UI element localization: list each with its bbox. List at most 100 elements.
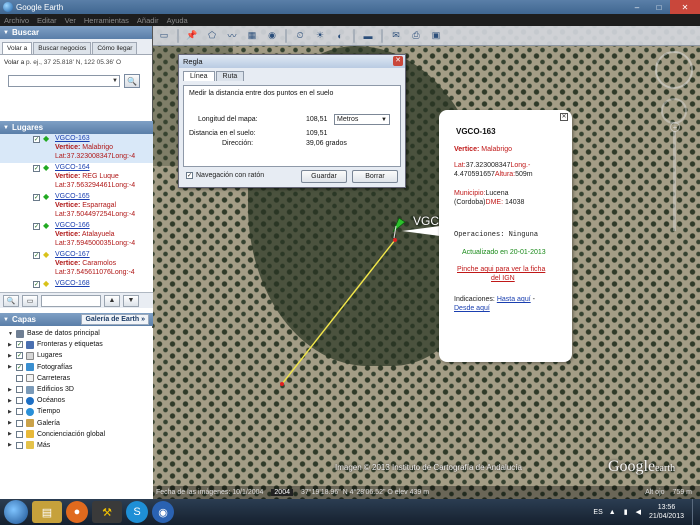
menu-archivo[interactable]: Archivo [0, 16, 33, 25]
skype-icon[interactable]: S [126, 501, 148, 523]
mouse-navigation-checkbox[interactable]: ✓ [186, 172, 193, 179]
expand-icon[interactable]: ▶ [8, 420, 16, 426]
firefox-icon[interactable]: ● [66, 501, 88, 523]
expand-icon[interactable]: ▶ [8, 409, 16, 415]
checkbox[interactable] [16, 408, 23, 416]
layer-item[interactable]: ▶ Concienciación global [0, 429, 153, 440]
layer-item[interactable]: ▼ Base de datos principal [0, 328, 153, 339]
measure-end-point[interactable] [393, 238, 397, 242]
look-around-control[interactable] [655, 51, 693, 89]
language-indicator[interactable]: ES [593, 509, 602, 516]
tab-volar-a[interactable]: Volar a [2, 42, 33, 54]
checkbox[interactable]: ✓ [33, 136, 40, 143]
search-header[interactable]: ▼ Buscar [0, 26, 152, 39]
expand-icon[interactable]: ▶ [8, 364, 16, 370]
checkbox[interactable]: ✓ [33, 252, 40, 259]
historical-year[interactable]: 2004 [271, 489, 293, 496]
layer-item[interactable]: ▶ Galería [0, 418, 153, 429]
toggle-list-button[interactable]: ▭ [22, 294, 38, 307]
expand-icon[interactable]: ▶ [8, 353, 16, 359]
layer-item[interactable]: ▶ Océanos [0, 395, 153, 406]
place-name[interactable]: VGCO-166 [55, 222, 90, 229]
layer-item[interactable]: ▶ ✓ Lugares [0, 350, 153, 361]
place-name[interactable]: VGCO-165 [55, 193, 90, 200]
volume-icon[interactable]: ◀ [636, 508, 641, 516]
close-icon[interactable]: ✕ [560, 113, 568, 121]
checkbox[interactable]: ✓ [33, 223, 40, 230]
expand-icon[interactable]: ▶ [8, 398, 16, 404]
clear-button[interactable]: Borrar [352, 170, 398, 183]
move-up-button[interactable]: ▲ [104, 294, 120, 307]
checkbox[interactable]: ✓ [16, 352, 23, 360]
tab-como-llegar[interactable]: Cómo llegar [92, 42, 138, 54]
menu-herramientas[interactable]: Herramientas [80, 16, 133, 25]
menu-editar[interactable]: Editar [33, 16, 61, 25]
network-icon[interactable]: ▮ [624, 508, 628, 516]
places-filter-input[interactable] [41, 294, 101, 307]
menu-ver[interactable]: Ver [61, 16, 80, 25]
save-button[interactable]: Guardar [301, 170, 347, 183]
google-earth-icon[interactable]: ◉ [152, 501, 174, 523]
list-item[interactable]: ✓ ◆ VGCO-164 Vertice: REG Luque Lat:37.5… [0, 163, 153, 192]
tab-linea[interactable]: Línea [183, 71, 215, 81]
search-button[interactable]: 🔍 [124, 74, 140, 88]
layer-item[interactable]: ▶ Más [0, 440, 153, 451]
maximize-button[interactable]: □ [648, 0, 670, 14]
search-places-button[interactable]: 🔍 [3, 294, 19, 307]
places-header[interactable]: ▼ Lugares [0, 121, 153, 134]
checkbox[interactable]: ✓ [33, 281, 40, 288]
close-button[interactable]: ✕ [670, 0, 700, 14]
expand-icon[interactable]: ▼ [8, 331, 16, 337]
layer-item[interactable]: ▶ ✓ Fronteras y etiquetas [0, 339, 153, 350]
show-hidden-icons-icon[interactable]: ▲ [609, 509, 616, 516]
expand-icon[interactable]: ▶ [8, 342, 16, 348]
tab-buscar-negocios[interactable]: Buscar negocios [33, 42, 92, 54]
place-name[interactable]: VGCO-164 [55, 164, 90, 171]
zoom-slider[interactable] [673, 131, 676, 231]
checkbox[interactable]: ✓ [33, 165, 40, 172]
ign-sheet-link-2[interactable]: del IGN [491, 275, 515, 282]
directions-from-here-link[interactable]: Desde aquí [454, 305, 490, 312]
show-desktop-button[interactable] [692, 499, 700, 525]
checkbox[interactable] [16, 386, 23, 394]
checkbox[interactable] [16, 441, 23, 449]
place-name[interactable]: VGCO-168 [55, 280, 90, 287]
list-item[interactable]: ✓ ◆ VGCO-163 Vertice: Malabrigo Lat:37.3… [0, 134, 153, 163]
list-item[interactable]: ✓ ◆ VGCO-166 Vertice: Atalayuela Lat:37.… [0, 221, 153, 250]
place-name[interactable]: VGCO-163 [55, 135, 90, 142]
minimize-button[interactable]: – [626, 0, 648, 14]
checkbox[interactable]: ✓ [16, 341, 23, 349]
checkbox[interactable] [16, 430, 23, 438]
layer-item[interactable]: ▶ ✓ Fotografías [0, 362, 153, 373]
start-button[interactable] [4, 500, 28, 524]
unit-select[interactable]: Metros ▼ [334, 114, 390, 125]
checkbox[interactable]: ✓ [16, 363, 23, 371]
close-icon[interactable]: ✕ [393, 56, 403, 66]
layer-item[interactable]: Carreteras [0, 373, 153, 384]
ign-sheet-link[interactable]: Pinche aqui para ver la ficha [457, 266, 545, 273]
file-explorer-icon[interactable]: ▤ [32, 501, 62, 523]
list-item[interactable]: ✓ ◆ VGCO-165 Vertice: Esparragal Lat:37.… [0, 192, 153, 221]
place-name[interactable]: VGCO-167 [55, 251, 90, 258]
move-down-button[interactable]: ▼ [123, 294, 139, 307]
layer-item[interactable]: ▶ Tiempo [0, 406, 153, 417]
layer-item[interactable]: ▶ Edificios 3D [0, 384, 153, 395]
menu-ayuda[interactable]: Ayuda [163, 16, 192, 25]
earth-gallery-button[interactable]: Galería de Earth » [81, 314, 149, 325]
tools-icon[interactable]: ⚒ [92, 501, 122, 523]
list-item[interactable]: ✓ ◆ VGCO-167 Vertice: Caramolos Lat:37.5… [0, 250, 153, 279]
measure-start-point[interactable] [280, 382, 284, 386]
checkbox[interactable]: ✓ [33, 194, 40, 201]
checkbox[interactable] [16, 419, 23, 427]
expand-icon[interactable]: ▶ [8, 387, 16, 393]
expand-icon[interactable]: ▶ [8, 431, 16, 437]
directions-to-here-link[interactable]: Hasta aquí [497, 296, 531, 303]
tab-ruta[interactable]: Ruta [215, 71, 245, 81]
checkbox[interactable] [16, 397, 23, 405]
expand-icon[interactable]: ▶ [8, 442, 16, 448]
checkbox[interactable] [16, 374, 23, 382]
clock[interactable]: 13:56 21/04/2013 [649, 503, 684, 521]
menu-anadir[interactable]: Añadir [133, 16, 163, 25]
search-input[interactable]: ▼ [8, 75, 120, 87]
layers-header[interactable]: ▼ Capas Galería de Earth » [0, 313, 153, 326]
